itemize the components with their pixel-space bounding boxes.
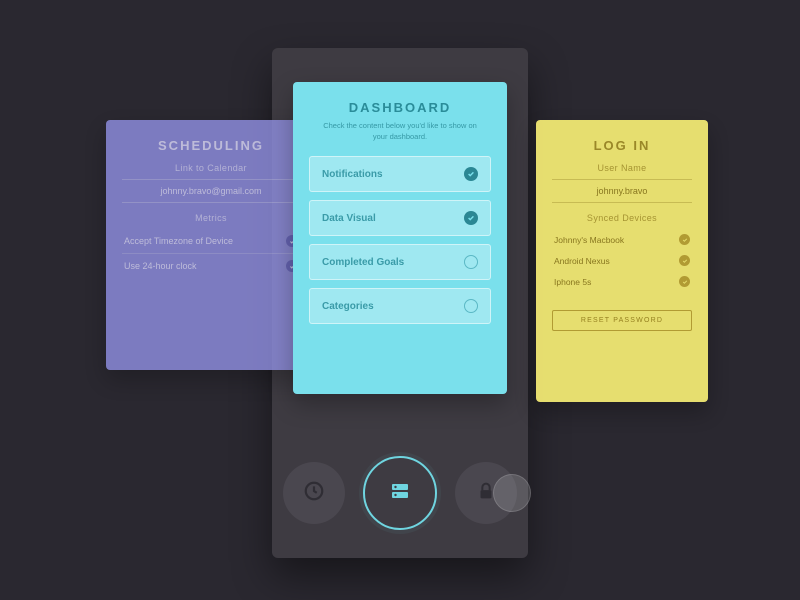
dashboard-option[interactable]: Data Visual: [309, 200, 491, 236]
option-label: Completed Goals: [322, 257, 404, 268]
synced-devices-label: Synced Devices: [552, 213, 692, 223]
dashboard-card: DASHBOARD Check the content below you'd …: [293, 82, 507, 394]
login-card[interactable]: LOG IN User Name johnny.bravo Synced Dev…: [536, 120, 708, 402]
scheduling-card[interactable]: SCHEDULING Link to Calendar johnny.bravo…: [106, 120, 316, 370]
metric-row[interactable]: Use 24-hour clock: [122, 254, 300, 278]
dashboard-option[interactable]: Notifications: [309, 156, 491, 192]
drag-knob[interactable]: [493, 474, 531, 512]
check-icon: [679, 255, 690, 266]
device-label: Johnny's Macbook: [554, 235, 624, 245]
unchecked-icon: [464, 255, 478, 269]
device-row[interactable]: Iphone 5s: [552, 271, 692, 292]
metrics-label: Metrics: [122, 213, 300, 223]
clock-icon: [303, 480, 325, 507]
metric-row[interactable]: Accept Timezone of Device: [122, 229, 300, 254]
bottom-nav: [272, 462, 528, 530]
login-title: LOG IN: [552, 138, 692, 153]
unchecked-icon: [464, 299, 478, 313]
calendar-email-field[interactable]: johnny.bravo@gmail.com: [122, 179, 300, 203]
nav-scheduling[interactable]: [283, 462, 345, 524]
metric-label: Accept Timezone of Device: [124, 236, 233, 246]
check-icon: [679, 276, 690, 287]
username-label: User Name: [552, 163, 692, 173]
device-label: Iphone 5s: [554, 277, 591, 287]
nav-login[interactable]: [455, 462, 517, 524]
check-icon: [464, 167, 478, 181]
dashboard-option[interactable]: Completed Goals: [309, 244, 491, 280]
device-label: Android Nexus: [554, 256, 610, 266]
username-field[interactable]: johnny.bravo: [552, 179, 692, 203]
dashboard-option[interactable]: Categories: [309, 288, 491, 324]
reset-password-button[interactable]: RESET PASSWORD: [552, 310, 692, 331]
nav-dashboard[interactable]: [363, 456, 437, 530]
metric-label: Use 24-hour clock: [124, 261, 197, 271]
option-label: Categories: [322, 301, 374, 312]
check-icon: [464, 211, 478, 225]
device-row[interactable]: Johnny's Macbook: [552, 229, 692, 250]
link-calendar-label: Link to Calendar: [122, 163, 300, 173]
check-icon: [679, 234, 690, 245]
scheduling-title: SCHEDULING: [122, 138, 300, 153]
option-label: Notifications: [322, 169, 383, 180]
dashboard-subtitle: Check the content below you'd like to sh…: [309, 121, 491, 142]
dashboard-title: DASHBOARD: [309, 100, 491, 115]
option-label: Data Visual: [322, 213, 376, 224]
server-icon: [388, 479, 412, 508]
device-row[interactable]: Android Nexus: [552, 250, 692, 271]
